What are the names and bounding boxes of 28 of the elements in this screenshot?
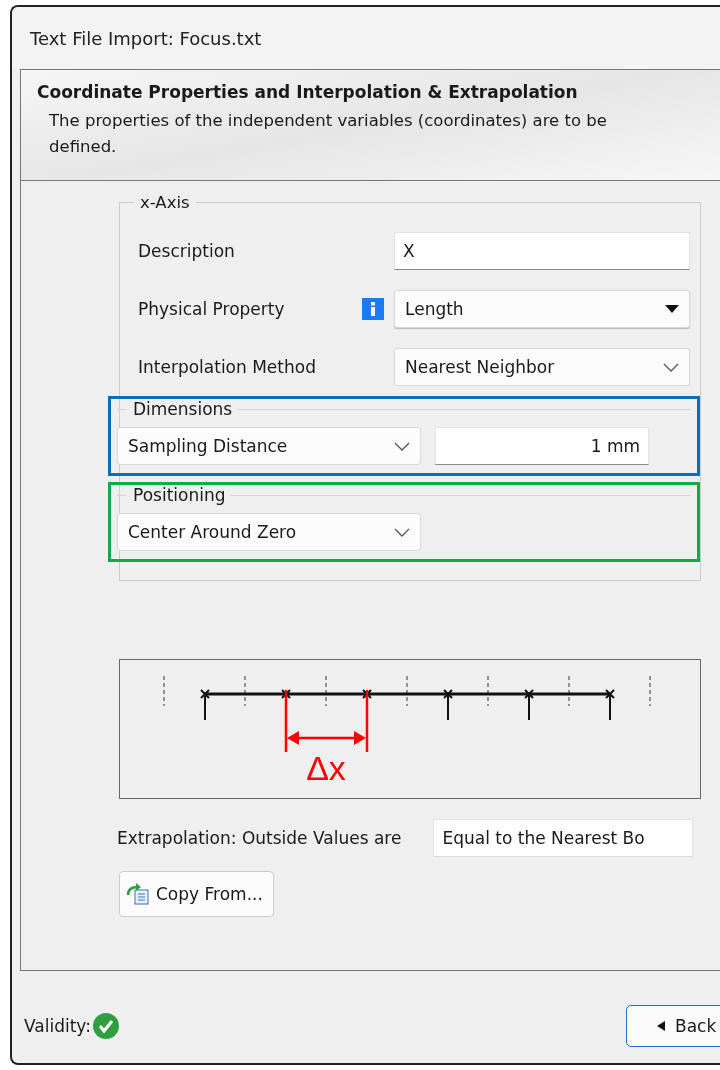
field-label: Description bbox=[137, 241, 236, 261]
group-title: Dimensions bbox=[132, 399, 234, 419]
description-field[interactable]: X bbox=[394, 232, 690, 270]
chevron-down-icon bbox=[394, 441, 410, 451]
field-label: Interpolation Method bbox=[137, 357, 317, 377]
copy-document-icon bbox=[126, 883, 150, 905]
validity-label: Validity: bbox=[24, 1016, 91, 1036]
back-button[interactable]: Back bbox=[626, 1005, 720, 1047]
delta-label: Δx bbox=[306, 749, 346, 787]
dropdown-arrow-icon bbox=[665, 305, 679, 313]
group-title: Positioning bbox=[132, 485, 227, 505]
extrapolation-label: Extrapolation: Outside Values are bbox=[117, 828, 402, 848]
distance-field[interactable]: 1 mm bbox=[435, 427, 649, 465]
group-title: x-Axis bbox=[139, 193, 191, 212]
dimension-mode-dropdown[interactable]: Sampling Distance bbox=[117, 427, 421, 465]
field-label: Physical Property bbox=[137, 299, 286, 319]
extrapolation-dropdown[interactable]: Equal to the Nearest Bo bbox=[433, 819, 694, 857]
left-triangle-icon bbox=[657, 1021, 665, 1031]
header-title: Coordinate Properties and Interpolation & Extrapolation bbox=[37, 82, 579, 102]
window-title: Text File Import: Focus.txt bbox=[30, 27, 262, 49]
info-icon[interactable] bbox=[362, 298, 384, 320]
chevron-down-icon bbox=[663, 362, 679, 372]
header-description: The properties of the independent variables (coordinates) are to be defined. bbox=[48, 110, 608, 158]
chevron-down-icon bbox=[394, 527, 410, 537]
property-dropdown[interactable]: Length bbox=[394, 290, 690, 328]
positioning-dropdown[interactable]: Center Around Zero bbox=[117, 513, 421, 551]
copy-from-button[interactable]: Copy From... bbox=[119, 871, 274, 917]
interpolation-dropdown[interactable]: Nearest Neighbor bbox=[394, 348, 690, 386]
